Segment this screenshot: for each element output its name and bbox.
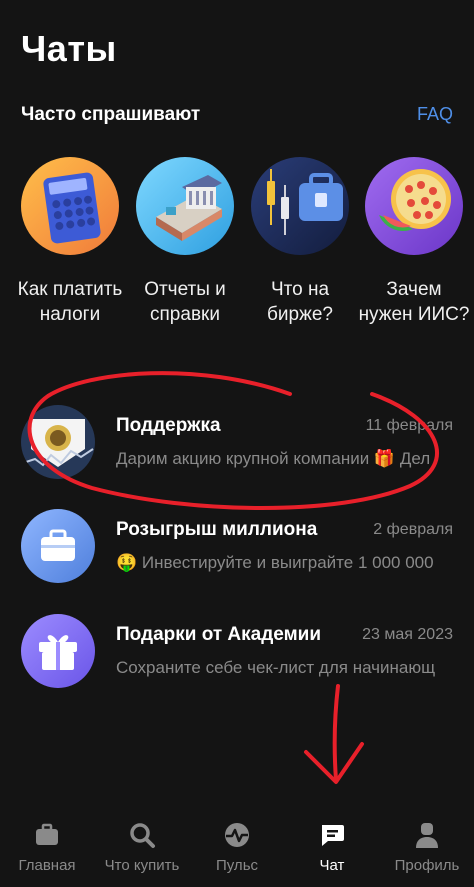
faq-story-iis[interactable]: Зачем нужен ИИС? [358, 157, 470, 327]
chat-preview: Дарим акцию крупной компании 🎁 Дел [116, 449, 431, 468]
faq-link[interactable]: FAQ [417, 104, 453, 125]
chat-item-academy[interactable]: Подарки от Академии 23 мая 2023 Сохранит… [0, 614, 474, 704]
nav-label: Пульс [215, 857, 259, 874]
nav-label: Что купить [104, 857, 180, 874]
chat-name: Розыгрыш миллиона [116, 519, 318, 540]
briefcase-icon [21, 509, 95, 583]
gift-icon [21, 614, 95, 688]
faq-story-label: Что на бирже? [267, 279, 333, 325]
page-title: Чаты [21, 28, 117, 69]
chat-date: 11 февраля [365, 417, 453, 434]
chat-preview: 🤑 Инвестируйте и выиграйте 1 000 000 [116, 553, 434, 572]
faq-story-label: Отчеты и справки [144, 279, 226, 325]
bank-building-icon [136, 157, 234, 255]
chat-name: Поддержка [116, 415, 221, 436]
pulse-icon [223, 821, 251, 849]
nav-label: Чат [319, 857, 345, 874]
faq-story-taxes[interactable]: Как платить налоги [14, 157, 126, 327]
nav-tab-chat[interactable]: Чат [285, 821, 379, 874]
briefcase-chart-icon [251, 157, 349, 255]
chat-preview: Сохраните себе чек-лист для начинающ [116, 658, 436, 677]
faq-story-reports[interactable]: Отчеты и справки [129, 157, 241, 327]
nav-tab-profile[interactable]: Профиль [380, 821, 474, 874]
nav-tab-what-to-buy[interactable]: Что купить [95, 821, 189, 874]
chat-date: 2 февраля [373, 521, 453, 538]
nav-tab-home[interactable]: Главная [0, 821, 94, 874]
chat-name: Подарки от Академии [116, 624, 322, 645]
chat-icon [318, 821, 346, 849]
faq-story-label: Зачем нужен ИИС? [358, 279, 470, 325]
nav-tab-pulse[interactable]: Пульс [190, 821, 284, 874]
calculator-icon [21, 157, 119, 255]
pizza-icon [365, 157, 463, 255]
faq-story-exchange[interactable]: Что на бирже? [244, 157, 356, 327]
faq-stories: Как платить налоги Отчеты и справки Что … [0, 157, 474, 357]
bank-logo-icon [21, 405, 95, 479]
search-icon [128, 821, 156, 849]
nav-label: Профиль [394, 857, 460, 874]
bottom-nav: Главная Что купить Пульс Чат Профиль [0, 807, 474, 887]
chat-date: 23 мая 2023 [362, 626, 453, 643]
nav-label: Главная [18, 857, 76, 874]
chat-item-support[interactable]: Поддержка 11 февраля Дарим акцию крупной… [0, 405, 474, 495]
faq-story-label: Как платить налоги [17, 279, 123, 325]
briefcase-icon [33, 821, 61, 849]
profile-icon [413, 821, 441, 849]
faq-heading: Часто спрашивают [21, 104, 201, 125]
chat-item-giveaway[interactable]: Розыгрыш миллиона 2 февраля 🤑 Инвестируй… [0, 509, 474, 599]
